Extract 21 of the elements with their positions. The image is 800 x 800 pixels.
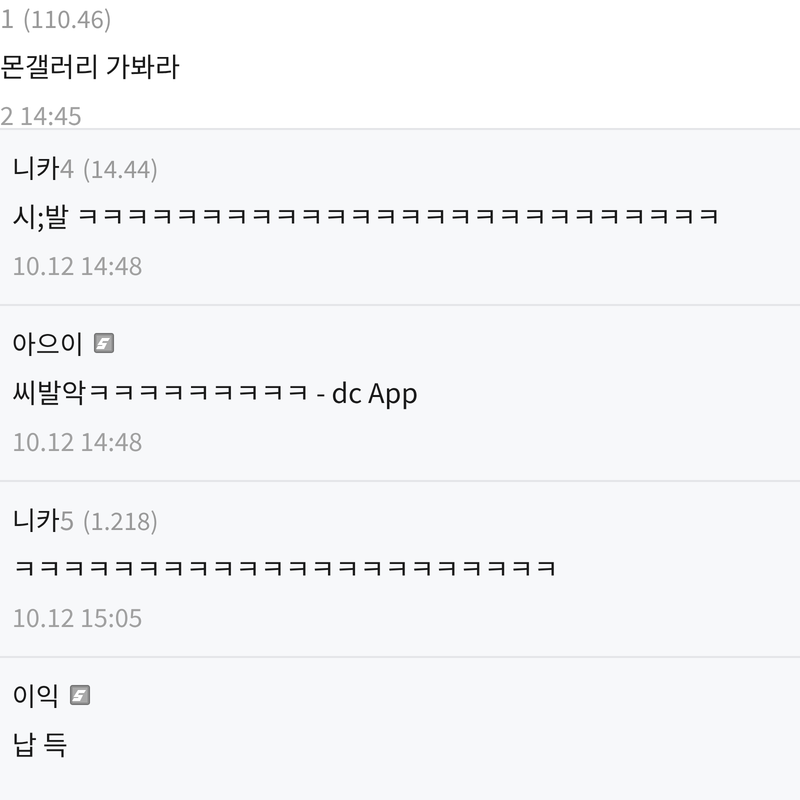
- comment-text: 몬갤러리 가봐라: [0, 45, 181, 87]
- user-number: 5: [60, 500, 74, 538]
- user-name: 아으이: [12, 324, 84, 362]
- comment-text: 씨발악ㅋㅋㅋㅋㅋㅋㅋㅋㅋ - dc App: [12, 371, 419, 413]
- comment-text: 시;발 ㅋㅋㅋㅋㅋㅋㅋㅋㅋㅋㅋㅋㅋㅋㅋㅋㅋㅋㅋㅋㅋㅋㅋㅋㅋㅋ: [12, 195, 722, 237]
- ip-address: (1.218): [82, 502, 158, 536]
- badge-icon: [70, 685, 90, 705]
- user-number: 4: [60, 148, 74, 186]
- comment-date: 10.12 14:48: [12, 246, 144, 285]
- badge-icon: [94, 333, 114, 353]
- comment-date: 10.12 14:48: [12, 422, 144, 461]
- ip-address: (110.46): [22, 0, 112, 34]
- comment-date: 2 14:45: [0, 96, 83, 135]
- comment-date: 10.12 15:05: [12, 598, 144, 637]
- user-name: 니카: [12, 500, 60, 538]
- comment-text: ㅋㅋㅋㅋㅋㅋㅋㅋㅋㅋㅋㅋㅋㅋㅋㅋㅋㅋㅋㅋㅋㅋ: [12, 547, 560, 589]
- comment-text: 납 득: [12, 723, 69, 765]
- user-number: 1: [0, 0, 14, 36]
- user-name: 니카: [12, 148, 60, 186]
- user-name: 이익: [12, 676, 60, 714]
- ip-address: (14.44): [82, 150, 158, 184]
